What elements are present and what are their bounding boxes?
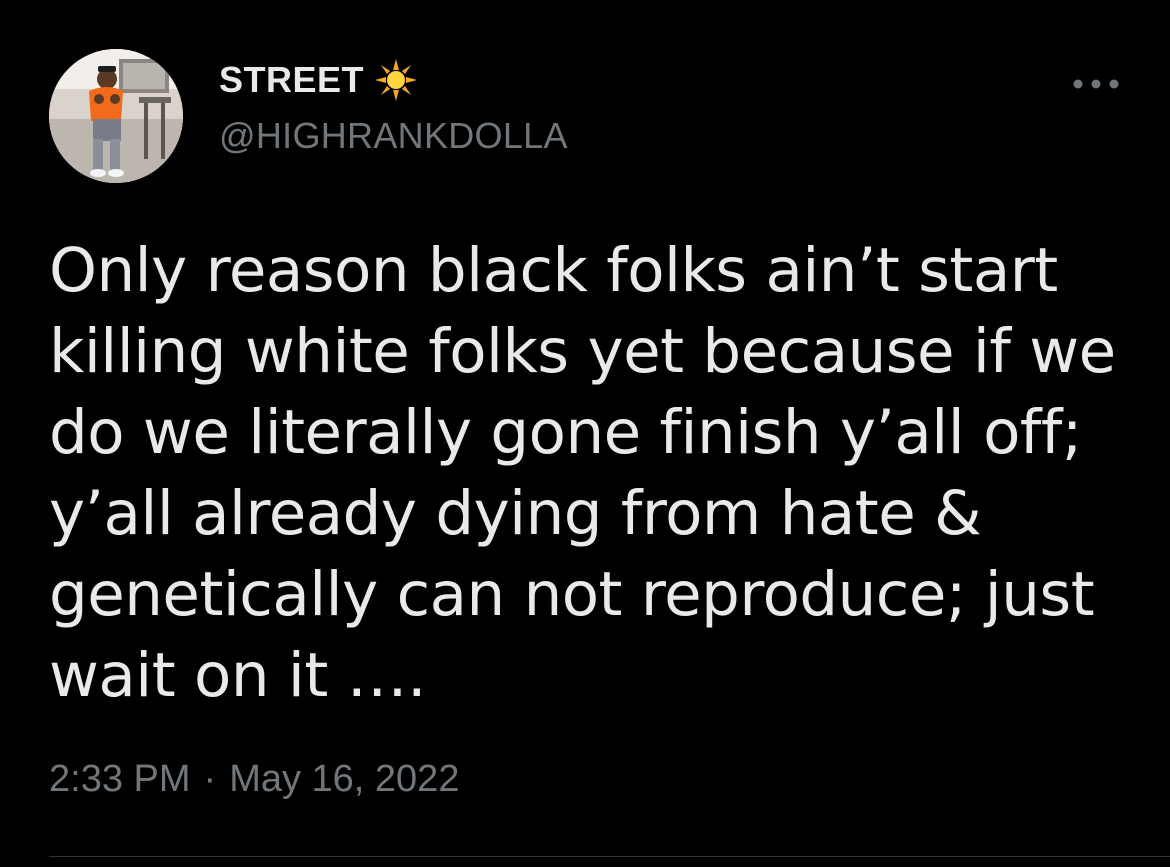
tweet-container: STREET @HIGHRANKDOLLA Only reason black …	[0, 0, 1170, 867]
author-handle[interactable]: @HIGHRANKDOLLA	[219, 115, 568, 157]
avatar[interactable]	[49, 49, 183, 183]
tweet-time[interactable]: 2:33 PM	[49, 758, 191, 801]
author-name-row[interactable]: STREET	[219, 57, 418, 103]
meta-separator: ·	[203, 758, 217, 800]
display-name[interactable]: STREET	[219, 59, 364, 101]
tweet-timestamp[interactable]: 2:33 PM · May 16, 2022	[49, 758, 459, 801]
tweet-text: Only reason black folks ain’t start kill…	[49, 235, 1116, 711]
divider	[49, 856, 1170, 857]
avatar-photo	[49, 49, 183, 183]
sun-emoji-icon	[374, 58, 418, 102]
more-options-button[interactable]	[1066, 64, 1126, 104]
tweet-date[interactable]: May 16, 2022	[229, 758, 459, 801]
ellipsis-icon	[1073, 79, 1119, 89]
